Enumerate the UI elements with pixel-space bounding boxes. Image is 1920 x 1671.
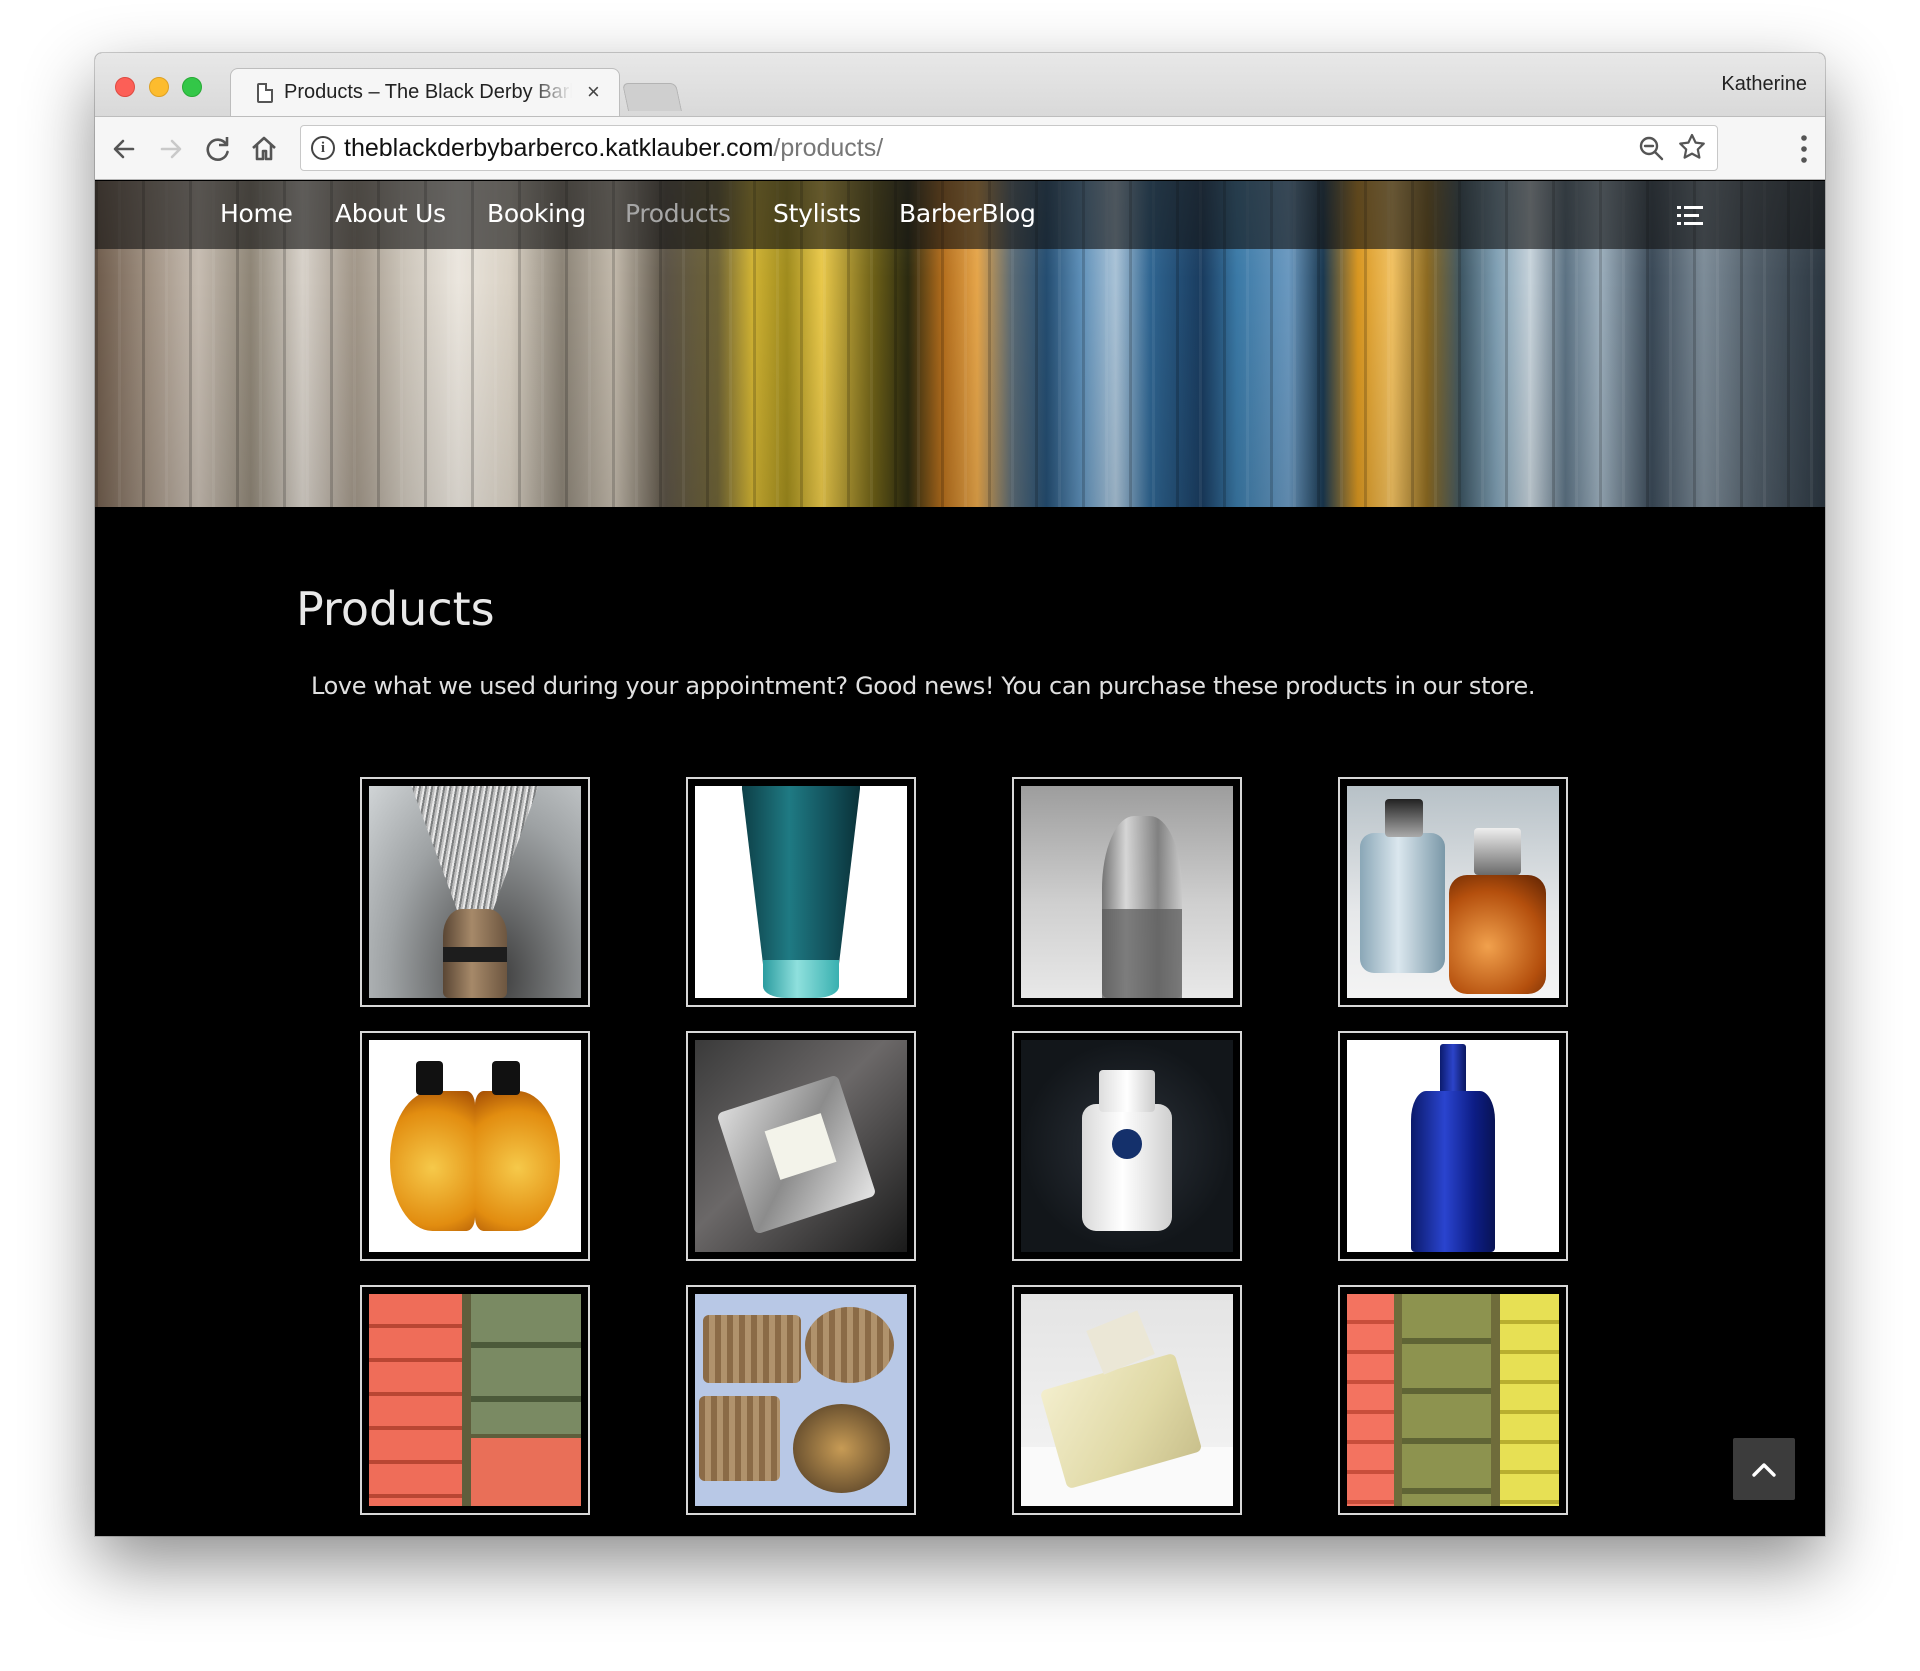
page-title: Products [296,582,495,636]
chevron-up-icon [1752,1463,1776,1477]
forward-icon[interactable] [154,132,188,166]
site-navbar: Home About Us Booking Products Stylists … [95,181,1825,249]
product-tile-amber-oil-bottle[interactable] [360,1031,590,1261]
home-icon[interactable] [247,132,281,166]
browser-tab[interactable]: Products – The Black Derby Barber Co × [230,68,620,117]
reload-icon[interactable] [201,132,235,166]
product-image [1021,786,1233,998]
zoom-icon[interactable] [1637,134,1665,162]
scroll-to-top-button[interactable] [1733,1438,1795,1500]
product-image [369,786,581,998]
product-image [1347,1294,1559,1506]
page-icon [257,83,273,103]
product-image [695,1294,907,1506]
product-tile-teal-tube[interactable] [686,777,916,1007]
new-tab-button[interactable] [622,83,682,111]
maximize-window-button[interactable] [182,77,202,97]
info-icon[interactable]: i [311,136,335,160]
address-bar[interactable]: i theblackderbybarberco.katklauber.com/p… [300,125,1718,171]
product-image [1347,786,1559,998]
product-image [369,1040,581,1252]
back-icon[interactable] [107,132,141,166]
browser-toolbar: i theblackderbybarberco.katklauber.com/p… [95,116,1825,180]
product-tile-jo-malone-cologne[interactable] [686,1031,916,1261]
tab-close-icon[interactable]: × [587,79,600,105]
nav-barberblog[interactable]: BarberBlog [899,199,1036,228]
product-tile-wrapped-soap-bar[interactable] [1012,1285,1242,1515]
product-image [695,786,907,998]
product-image [1021,1294,1233,1506]
product-tile-clear-bottle[interactable] [1012,777,1242,1007]
close-window-button[interactable] [115,77,135,97]
title-bar: Products – The Black Derby Barber Co × K… [95,53,1825,117]
url-host: theblackderbybarberco.katklauber.com [344,134,774,162]
star-icon[interactable] [1677,132,1707,162]
product-tile-blue-glass-bottle[interactable] [1338,1031,1568,1261]
product-image [695,1040,907,1252]
product-tile-nivea-balm[interactable] [1012,1031,1242,1261]
intro-text: Love what we used during your appointmen… [311,672,1536,700]
tab-title: Products – The Black Derby Barber Co [284,81,584,103]
nav-products[interactable]: Products [625,199,731,228]
profile-name[interactable]: Katherine [1721,73,1807,96]
list-menu-icon[interactable] [1677,205,1703,227]
nav-about-us[interactable]: About Us [335,199,446,228]
product-image [1021,1040,1233,1252]
nav-booking[interactable]: Booking [487,199,586,228]
product-tile-marseille-soaps[interactable] [360,1285,590,1515]
web-page: Home About Us Booking Products Stylists … [95,181,1825,1536]
product-image [1347,1040,1559,1252]
url-path: /products/ [773,134,884,162]
minimize-window-button[interactable] [149,77,169,97]
product-tile-colorful-soap-bars[interactable] [1338,1285,1568,1515]
nav-stylists[interactable]: Stylists [773,199,861,228]
nav-home[interactable]: Home [220,199,293,228]
hero-banner: Home About Us Booking Products Stylists … [95,181,1825,507]
product-tile-shaving-brush[interactable] [360,777,590,1007]
url-text[interactable]: theblackderbybarberco.katklauber.com/pro… [344,134,883,163]
product-image [369,1294,581,1506]
menu-dots-icon[interactable] [1799,134,1809,164]
browser-window: Products – The Black Derby Barber Co × K… [95,53,1825,1536]
product-tile-perfume-bottles[interactable] [1338,777,1568,1007]
product-tile-handmade-soaps[interactable] [686,1285,916,1515]
